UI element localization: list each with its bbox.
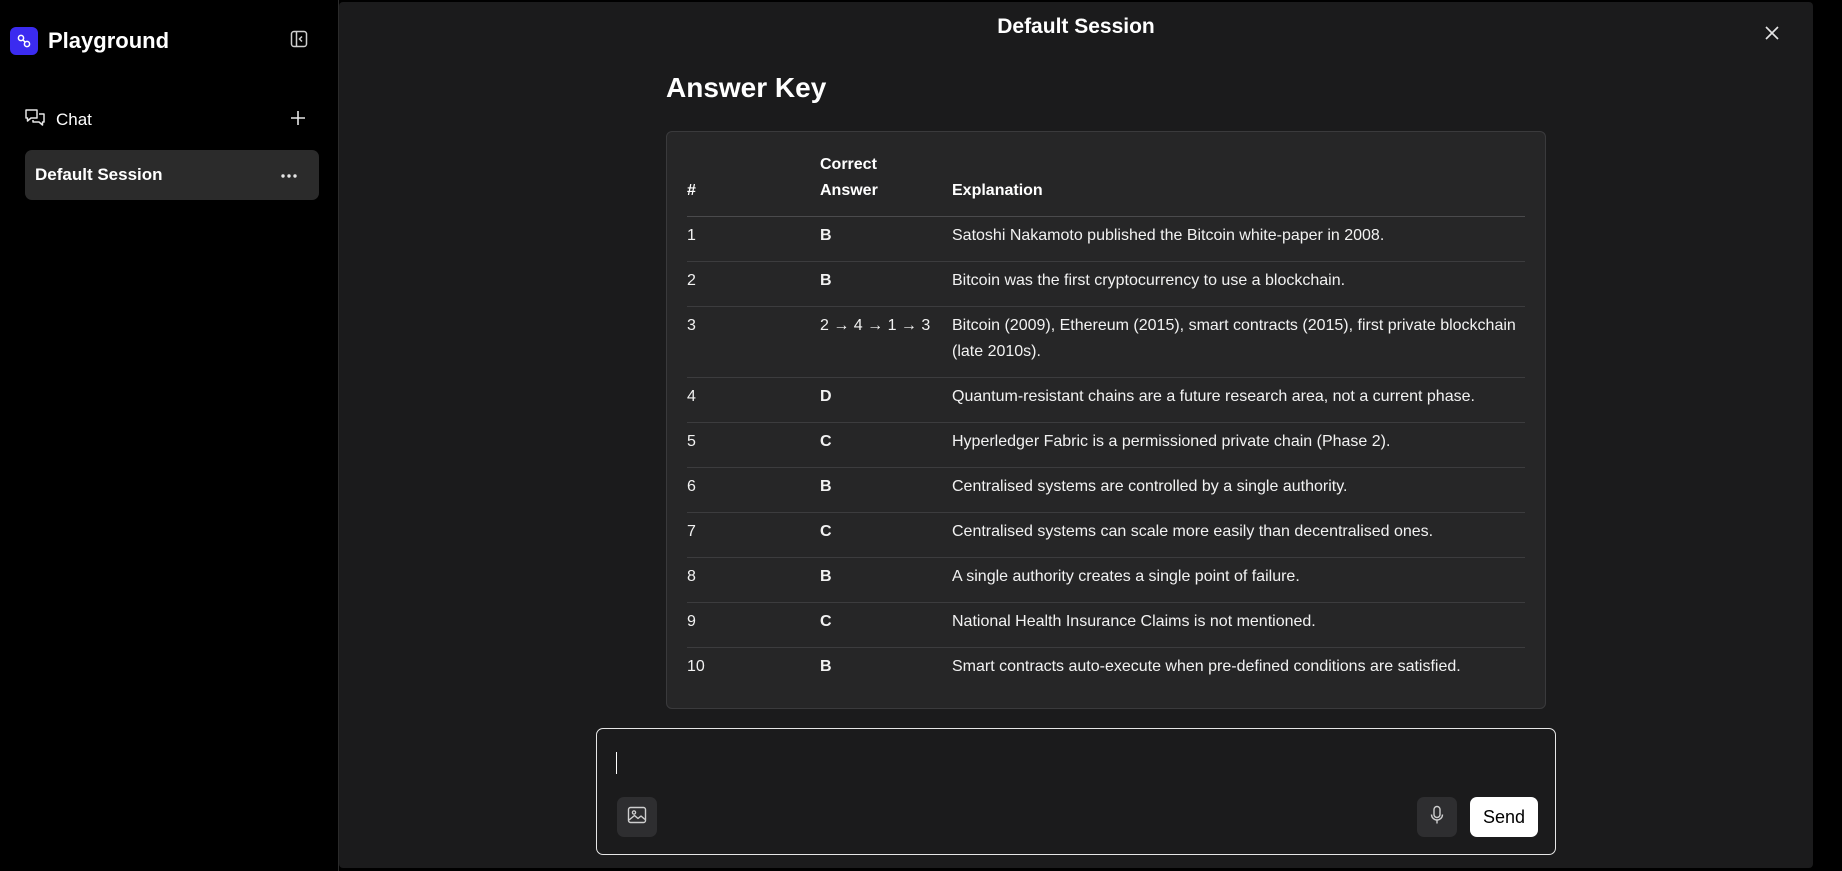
cell-explanation: A single authority creates a single poin… bbox=[952, 557, 1525, 603]
table-row: 4 D Quantum-resistant chains are a futur… bbox=[687, 377, 1525, 423]
table-header-row: # Correct Answer Explanation bbox=[687, 152, 1525, 217]
table-row: 1 B Satoshi Nakamoto published the Bitco… bbox=[687, 216, 1525, 262]
cell-correct-answer: C bbox=[820, 602, 952, 648]
cell-explanation: National Health Insurance Claims is not … bbox=[952, 602, 1525, 648]
column-header-correct-answer-text: Correct Answer bbox=[820, 156, 878, 199]
cell-correct-answer: D bbox=[820, 377, 952, 423]
table-row: 7 C Centralised systems can scale more e… bbox=[687, 512, 1525, 558]
sidebar-collapse-icon bbox=[290, 30, 308, 53]
cell-number: 6 bbox=[687, 467, 820, 513]
playground-logo-icon bbox=[10, 27, 38, 55]
answer-key-table-card: # Correct Answer Explanation 1 B Satoshi… bbox=[666, 131, 1546, 709]
column-header-correct-answer: Correct Answer bbox=[820, 152, 952, 217]
table-row: 10 B Smart contracts auto-execute when p… bbox=[687, 648, 1525, 693]
table-row: 8 B A single authority creates a single … bbox=[687, 557, 1525, 603]
cell-explanation: Satoshi Nakamoto published the Bitcoin w… bbox=[952, 216, 1525, 262]
page-title: Default Session bbox=[997, 15, 1155, 38]
microphone-icon bbox=[1430, 805, 1444, 830]
chat-label: Chat bbox=[56, 110, 92, 129]
session-item-default[interactable]: Default Session bbox=[25, 150, 319, 200]
cell-explanation: Quantum-resistant chains are a future re… bbox=[952, 377, 1525, 423]
cell-correct-answer: B bbox=[820, 467, 952, 513]
close-button[interactable] bbox=[1759, 22, 1785, 48]
cell-explanation: Bitcoin was the first cryptocurrency to … bbox=[952, 261, 1525, 307]
cell-correct-answer: C bbox=[820, 512, 952, 558]
text-caret bbox=[616, 752, 617, 774]
cell-correct-answer: B bbox=[820, 261, 952, 307]
microphone-button[interactable] bbox=[1417, 797, 1457, 837]
close-icon bbox=[1764, 25, 1780, 46]
answer-key-heading: Answer Key bbox=[666, 72, 827, 103]
attach-image-button[interactable] bbox=[617, 797, 657, 837]
cell-correct-answer: B bbox=[820, 557, 952, 603]
cell-number: 8 bbox=[687, 557, 820, 603]
image-icon bbox=[627, 806, 647, 829]
main-panel: Default Session Answer Key # Correct Ans… bbox=[339, 2, 1813, 868]
table-row: 9 C National Health Insurance Claims is … bbox=[687, 602, 1525, 648]
table-row: 6 B Centralised systems are controlled b… bbox=[687, 467, 1525, 513]
column-header-explanation: Explanation bbox=[952, 152, 1525, 217]
session-label: Default Session bbox=[35, 165, 163, 184]
plus-icon bbox=[290, 110, 306, 131]
sidebar-collapse-button[interactable] bbox=[286, 29, 312, 53]
send-button[interactable]: Send bbox=[1470, 797, 1538, 837]
cell-correct-answer: B bbox=[820, 216, 952, 262]
cell-explanation: Hyperledger Fabric is a permissioned pri… bbox=[952, 422, 1525, 468]
cell-explanation: Bitcoin (2009), Ethereum (2015), smart c… bbox=[952, 306, 1525, 378]
table-row: 3 2 → 4 → 1 → 3 Bitcoin (2009), Ethereum… bbox=[687, 306, 1525, 378]
ellipsis-icon bbox=[280, 166, 298, 184]
cell-number: 9 bbox=[687, 602, 820, 648]
new-chat-button[interactable] bbox=[285, 107, 311, 133]
cell-explanation: Smart contracts auto-execute when pre-de… bbox=[952, 658, 1461, 675]
cell-correct-answer: 2 → 4 → 1 → 3 bbox=[820, 306, 952, 378]
cell-correct-answer: B bbox=[820, 658, 832, 675]
chat-bubbles-icon bbox=[24, 108, 46, 133]
cell-number: 2 bbox=[687, 261, 820, 307]
brand: Playground bbox=[10, 27, 169, 55]
message-composer: Send bbox=[596, 728, 1556, 855]
table-row: 5 C Hyperledger Fabric is a permissioned… bbox=[687, 422, 1525, 468]
cell-explanation: Centralised systems can scale more easil… bbox=[952, 512, 1525, 558]
app-window: Playground Chat Default Session Default … bbox=[0, 0, 1842, 871]
cell-number: 1 bbox=[687, 216, 820, 262]
cell-explanation: Centralised systems are controlled by a … bbox=[952, 467, 1525, 513]
chat-section-header[interactable]: Chat bbox=[24, 106, 314, 134]
cell-number: 10 bbox=[687, 658, 705, 675]
column-header-number: # bbox=[687, 152, 820, 217]
cell-number: 4 bbox=[687, 377, 820, 423]
cell-correct-answer: C bbox=[820, 422, 952, 468]
cell-number: 3 bbox=[687, 306, 820, 378]
sidebar: Playground Chat Default Session bbox=[0, 0, 339, 871]
cell-number: 5 bbox=[687, 422, 820, 468]
answer-key-table: # Correct Answer Explanation 1 B Satoshi… bbox=[687, 152, 1525, 692]
app-name: Playground bbox=[48, 28, 170, 53]
cell-number: 7 bbox=[687, 512, 820, 558]
table-row: 2 B Bitcoin was the first cryptocurrency… bbox=[687, 261, 1525, 307]
message-input[interactable] bbox=[615, 747, 1535, 777]
session-more-button[interactable] bbox=[277, 163, 301, 187]
